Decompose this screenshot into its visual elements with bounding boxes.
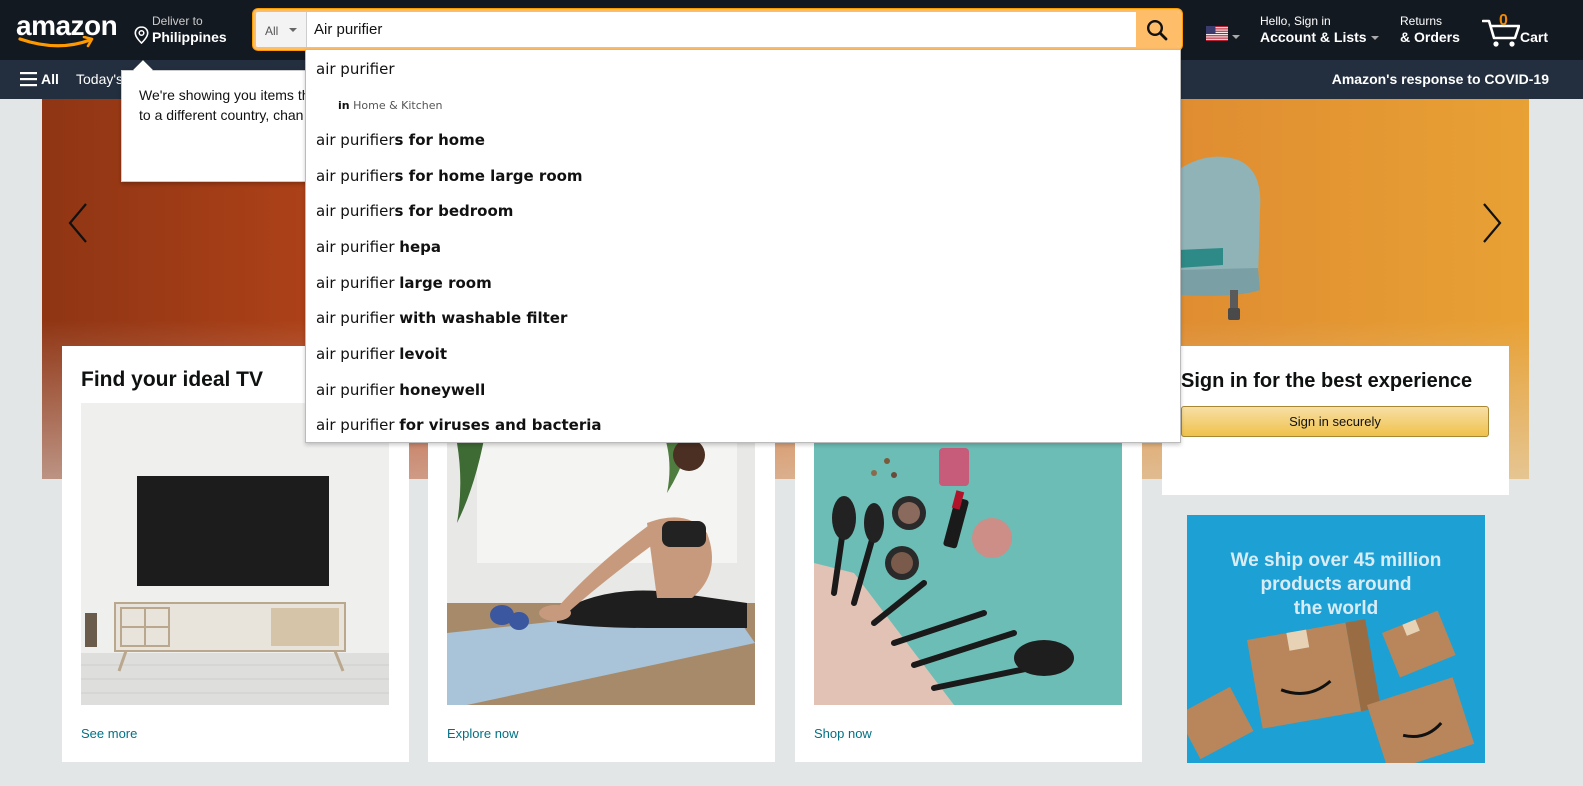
cart-link[interactable]: 0 Cart bbox=[1482, 12, 1552, 48]
deliver-label: Deliver to bbox=[152, 14, 203, 28]
cart-count: 0 bbox=[1499, 12, 1508, 29]
suggestion-completion: s for bedroom bbox=[394, 202, 514, 220]
suggestion-item[interactable]: air purifier bbox=[316, 60, 395, 78]
hamburger-menu-icon bbox=[20, 72, 37, 87]
suggestion-item[interactable]: air purifier hepa bbox=[316, 238, 441, 256]
country-popover: We're showing you items th to a differen… bbox=[121, 60, 321, 182]
covid-response-link[interactable]: Amazon's response to COVID-19 bbox=[1332, 71, 1549, 87]
suggestion-typed: air purifier bbox=[316, 202, 395, 220]
signin-card: Sign in for the best experience Sign in … bbox=[1162, 346, 1509, 495]
account-lists-label: Account & Lists bbox=[1260, 29, 1367, 45]
search-bar: All bbox=[253, 9, 1182, 50]
chevron-down-icon bbox=[1370, 36, 1379, 41]
suggestion-department[interactable]: in Home & Kitchen bbox=[338, 99, 443, 112]
department-name: Home & Kitchen bbox=[353, 99, 443, 112]
suggestion-item[interactable]: air purifier with washable filter bbox=[316, 309, 567, 327]
chevron-left-icon[interactable] bbox=[66, 202, 90, 244]
suggestion-completion: s for home bbox=[394, 131, 485, 149]
suggestion-completion: honeywell bbox=[399, 381, 486, 399]
explore-now-link[interactable]: Explore now bbox=[447, 726, 519, 741]
smile-icon bbox=[18, 36, 94, 48]
suggestion-typed: air purifier bbox=[316, 381, 400, 399]
orders-label: & Orders bbox=[1400, 29, 1460, 45]
returns-orders-link[interactable]: Returns & Orders bbox=[1400, 14, 1460, 45]
suggestion-typed: air purifier bbox=[316, 167, 395, 185]
search-icon bbox=[1146, 19, 1168, 41]
search-input[interactable] bbox=[308, 12, 1136, 47]
card-title: Find your ideal TV bbox=[81, 368, 264, 391]
suggestion-item[interactable]: air purifier large room bbox=[316, 274, 492, 292]
search-category-label: All bbox=[265, 24, 279, 38]
us-flag-icon[interactable] bbox=[1206, 26, 1228, 41]
suggestion-item[interactable]: air purifier honeywell bbox=[316, 381, 485, 399]
suggestion-item[interactable]: air purifier for viruses and bacteria bbox=[316, 416, 602, 434]
search-button[interactable] bbox=[1136, 12, 1179, 47]
todays-deals-link[interactable]: Today's bbox=[76, 71, 123, 87]
suggestion-completion: s for home large room bbox=[394, 167, 583, 185]
suggestion-typed: air purifier bbox=[316, 131, 395, 149]
suggestion-typed: air purifier bbox=[316, 274, 400, 292]
signin-title: Sign in for the best experience bbox=[1181, 370, 1473, 392]
suggestion-completion: large room bbox=[399, 274, 492, 292]
department-prefix: in bbox=[338, 99, 350, 112]
suggestion-item[interactable]: air purifier levoit bbox=[316, 345, 447, 363]
account-greeting: Hello, Sign in bbox=[1260, 14, 1331, 28]
suggestion-item[interactable]: air purifiers for home bbox=[316, 131, 485, 149]
beauty-image[interactable] bbox=[814, 403, 1122, 705]
suggestion-item[interactable]: air purifiers for bedroom bbox=[316, 202, 513, 220]
boxes-illustration bbox=[1187, 610, 1475, 763]
fitness-image[interactable] bbox=[447, 403, 755, 705]
suggestion-completion: hepa bbox=[399, 238, 441, 256]
deliver-country: Philippines bbox=[152, 29, 227, 45]
account-lists-menu[interactable]: Hello, Sign in Account & Lists bbox=[1260, 14, 1379, 45]
chevron-right-icon[interactable] bbox=[1480, 202, 1504, 244]
shop-now-link[interactable]: Shop now bbox=[814, 726, 872, 741]
search-suggestions-dropdown: air purifier in Home & Kitchen air purif… bbox=[305, 49, 1181, 443]
sign-in-securely-button[interactable]: Sign in securely bbox=[1181, 406, 1489, 437]
returns-label: Returns bbox=[1400, 14, 1443, 28]
ship-worldwide-ad[interactable]: We ship over 45 million products around … bbox=[1187, 515, 1485, 763]
suggestion-item[interactable]: air purifiers for home large room bbox=[316, 167, 583, 185]
suggestion-typed: air purifier bbox=[316, 345, 400, 363]
suggestion-typed: air purifier bbox=[316, 309, 400, 327]
suggestion-typed: air purifier bbox=[316, 416, 400, 434]
armchair-illustration bbox=[1178, 156, 1261, 320]
suggestion-completion: levoit bbox=[399, 345, 447, 363]
tv-image[interactable] bbox=[81, 403, 389, 705]
chevron-down-icon bbox=[1232, 35, 1240, 39]
chevron-down-icon bbox=[289, 28, 297, 32]
see-more-link[interactable]: See more bbox=[81, 726, 137, 741]
suggestion-completion: with washable filter bbox=[399, 309, 568, 327]
suggestion-completion: for viruses and bacteria bbox=[399, 416, 602, 434]
amazon-logo[interactable]: amazon bbox=[16, 12, 118, 52]
suggestion-typed: air purifier bbox=[316, 238, 400, 256]
search-category-select[interactable]: All bbox=[256, 12, 307, 47]
cart-label: Cart bbox=[1520, 29, 1549, 45]
all-menu-label: All bbox=[41, 71, 59, 87]
location-pin-icon bbox=[134, 26, 149, 44]
